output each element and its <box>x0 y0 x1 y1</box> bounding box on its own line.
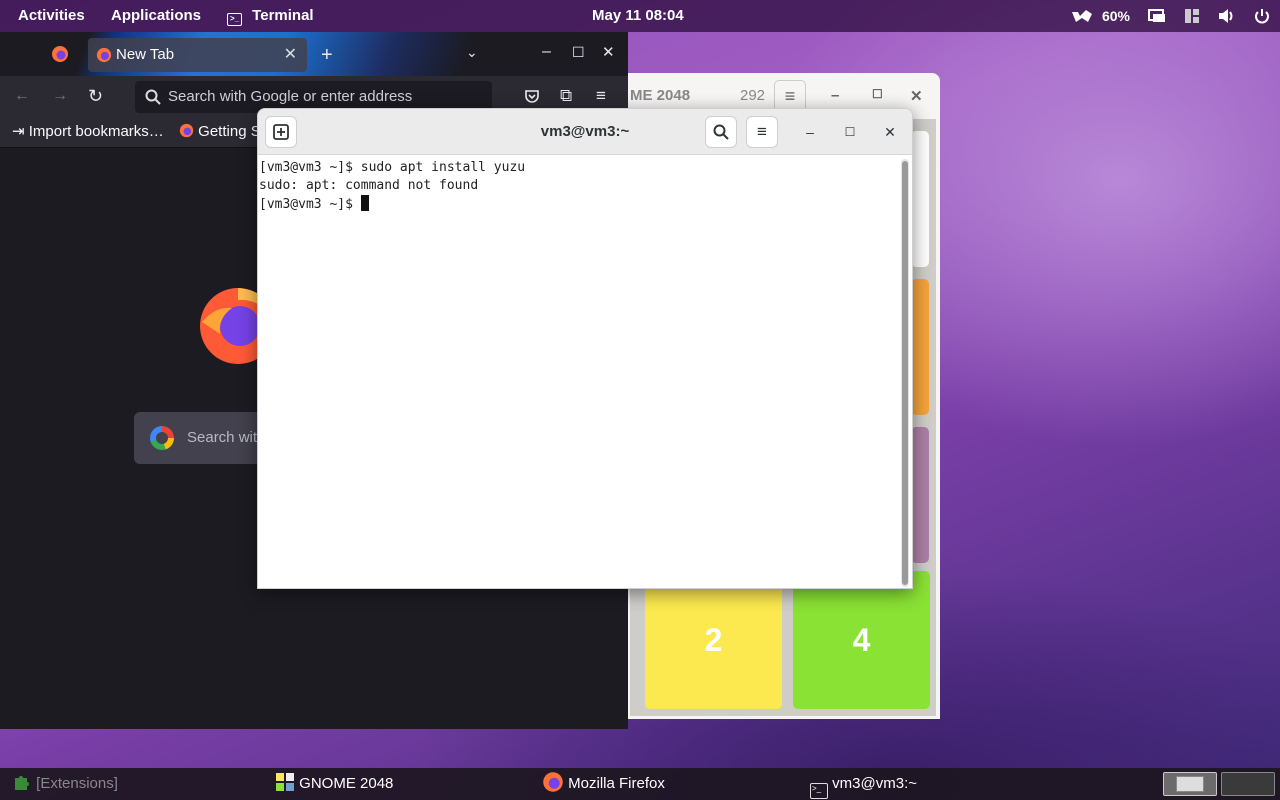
tile-2: 2 <box>645 571 782 709</box>
google-icon <box>150 426 174 450</box>
terminal-app-menu[interactable]: >_ Terminal <box>227 0 314 32</box>
game-minimize-icon[interactable]: – <box>831 87 839 104</box>
tile-4: 4 <box>793 571 930 709</box>
new-tab-plus-icon <box>273 124 289 140</box>
power-icon[interactable] <box>1254 8 1270 24</box>
terminal-maximize-icon[interactable]: ☐ <box>839 121 861 143</box>
screen-share-icon[interactable] <box>1148 8 1166 24</box>
tab-new-tab[interactable]: New Tab ✕ <box>88 38 307 72</box>
terminal-prompt-line: [vm3@vm3 ~]$ <box>259 195 899 214</box>
import-icon: ⇥ <box>12 123 25 140</box>
terminal-line: [vm3@vm3 ~]$ sudo apt install yuzu <box>259 160 526 175</box>
forward-icon[interactable]: → <box>52 88 68 104</box>
taskbar-firefox[interactable]: Mozilla Firefox <box>542 768 665 800</box>
minimize-icon[interactable]: – <box>542 44 551 60</box>
game-title: ME 2048 <box>630 87 691 104</box>
workspace-2[interactable] <box>1221 772 1275 796</box>
terminal-cursor <box>360 195 369 211</box>
back-icon[interactable]: ← <box>14 88 30 104</box>
workspace-1[interactable] <box>1163 772 1217 796</box>
new-tab-icon[interactable]: + <box>321 45 333 65</box>
firefox-tab-strip: New Tab ✕ + ⌄ – ☐ ✕ <box>0 32 628 76</box>
search-icon <box>145 89 161 105</box>
terminal-app-icon: >_ <box>227 13 242 26</box>
firefox-taskbar-icon <box>543 772 563 792</box>
applications-menu[interactable]: Applications <box>111 0 201 32</box>
extensions-icon[interactable]: ⧉ <box>560 87 572 104</box>
terminal-taskbar-icon: >_ <box>810 783 828 799</box>
workspace-window-thumb <box>1176 776 1204 792</box>
address-placeholder: Search with Google or enter address <box>168 88 413 105</box>
taskbar-extensions-label: [Extensions] <box>36 775 118 792</box>
taskbar-gnome-2048[interactable]: GNOME 2048 <box>275 768 393 800</box>
game-score: 292 <box>740 87 766 104</box>
tile-empty <box>911 131 929 267</box>
taskbar-gnome-2048-label: GNOME 2048 <box>299 775 394 792</box>
terminal-close-icon[interactable]: ✕ <box>879 121 901 143</box>
import-bookmarks-link[interactable]: ⇥ Import bookmarks… <box>12 116 164 148</box>
firefox-bookmark-icon <box>179 123 194 138</box>
close-tab-icon[interactable]: ✕ <box>284 38 297 72</box>
taskbar-firefox-label: Mozilla Firefox <box>568 775 665 792</box>
tile-purple <box>911 427 929 563</box>
taskbar-terminal-label: vm3@vm3:~ <box>832 775 918 792</box>
top-bar: Activities Applications >_ Terminal May … <box>0 0 1280 32</box>
terminal-menu-button[interactable]: ≡ <box>746 116 778 148</box>
taskbar-terminal[interactable]: >_ vm3@vm3:~ <box>810 768 917 800</box>
terminal-output[interactable]: [vm3@vm3 ~]$ sudo apt install yuzu sudo: … <box>259 159 899 587</box>
puzzle-icon <box>15 776 29 790</box>
reload-icon[interactable]: ↻ <box>88 87 103 105</box>
system-tray[interactable]: 60% <box>1070 0 1270 32</box>
terminal-line: sudo: apt: command not found <box>259 178 479 193</box>
gnome-2048-icon <box>276 773 294 791</box>
close-window-icon[interactable]: ✕ <box>602 45 615 60</box>
battery-percent[interactable]: 60% <box>1102 8 1130 24</box>
terminal-minimize-icon[interactable]: – <box>799 121 821 143</box>
window-list-taskbar: [Extensions] GNOME 2048 Mozilla Firefox … <box>0 768 1280 800</box>
terminal-window: vm3@vm3:~ ≡ – ☐ ✕ [vm3@vm3 ~]$ sudo apt … <box>257 108 913 589</box>
volume-icon[interactable] <box>1218 8 1236 24</box>
menu-icon[interactable]: ≡ <box>596 87 606 104</box>
newtab-search-box[interactable]: Search wit <box>134 412 274 464</box>
game-close-icon[interactable]: ✕ <box>910 87 923 105</box>
firefox-tab-icon <box>96 47 112 63</box>
getting-started-label: Getting S <box>198 123 261 140</box>
terminal-scrollbar[interactable] <box>901 159 909 587</box>
terminal-search-button[interactable] <box>705 116 737 148</box>
newtab-search-placeholder: Search wit <box>187 429 258 446</box>
activities-button[interactable]: Activities <box>18 0 85 32</box>
new-terminal-tab-button[interactable] <box>265 116 297 148</box>
maximize-icon[interactable]: ☐ <box>572 45 585 59</box>
list-tabs-chevron-icon[interactable]: ⌄ <box>466 45 478 59</box>
workspace-grid-icon[interactable] <box>1184 8 1200 24</box>
getting-started-link[interactable]: Getting S <box>179 116 261 148</box>
clock[interactable]: May 11 08:04 <box>592 0 684 32</box>
game-maximize-icon[interactable]: ☐ <box>872 87 883 101</box>
tab-title: New Tab <box>116 46 175 63</box>
terminal-headerbar: vm3@vm3:~ ≡ – ☐ ✕ <box>258 109 912 155</box>
pocket-icon[interactable] <box>524 88 540 104</box>
taskbar-extensions[interactable]: [Extensions] <box>12 768 118 800</box>
search-icon <box>713 124 729 140</box>
terminal-prompt: [vm3@vm3 ~]$ <box>259 197 361 212</box>
firefox-view-icon[interactable] <box>51 45 69 63</box>
import-bookmarks-label: Import bookmarks… <box>28 123 164 140</box>
tile-orange <box>911 279 929 415</box>
terminal-app-label: Terminal <box>252 7 314 24</box>
network-icon[interactable] <box>1070 8 1094 24</box>
hamburger-icon: ≡ <box>757 122 767 141</box>
